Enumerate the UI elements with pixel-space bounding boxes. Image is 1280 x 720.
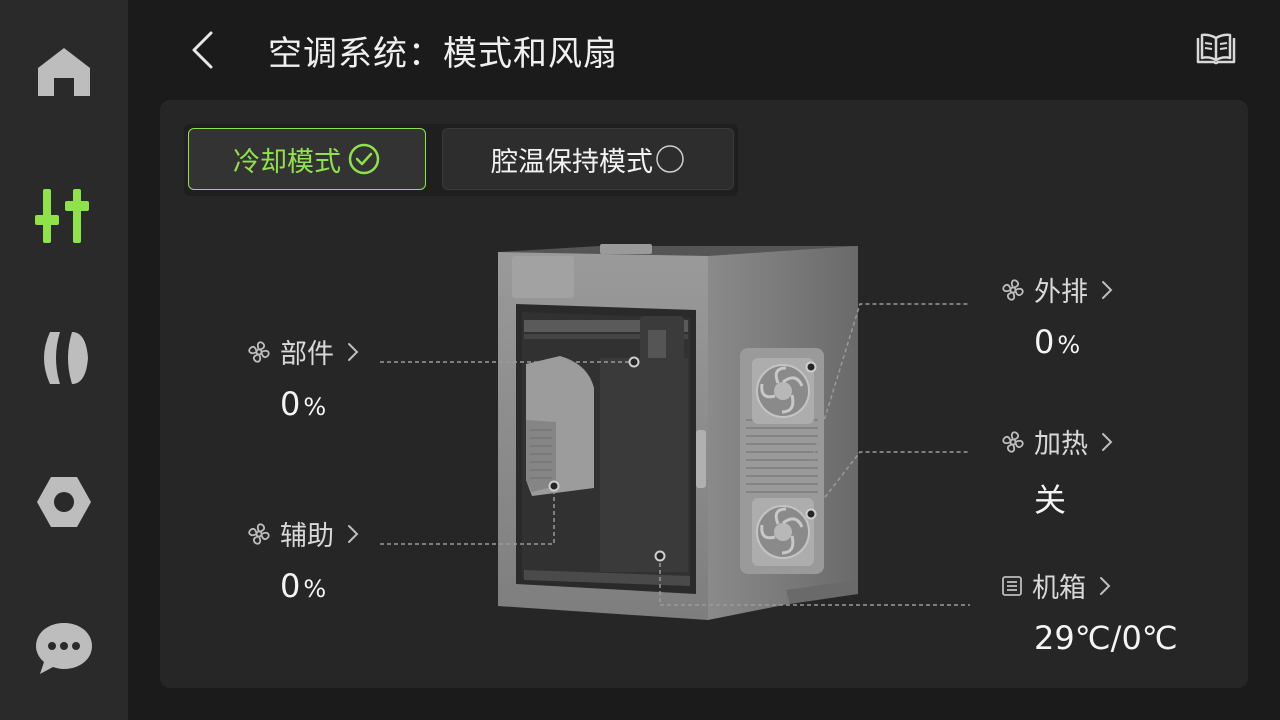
fan-part-unit: % [303,393,327,421]
filament-icon [44,332,88,384]
sidebar-item-filament[interactable] [24,318,104,398]
fan-exhaust: 外排 0% [1000,270,1114,361]
fan-part: 部件 0% [246,332,360,423]
fan-icon [246,521,272,547]
fan-exhaust-value: 0% [1034,323,1114,361]
chevron-left-icon [192,31,213,69]
fan-exhaust-speed: 0 [1034,323,1055,361]
fan-part-speed: 0 [280,385,301,423]
settings-nut-icon [37,477,91,527]
chat-icon [36,623,92,674]
sidebar-item-chat[interactable] [24,608,104,688]
back-button[interactable] [180,26,224,74]
book-icon [1196,33,1236,65]
fan-icon [1000,429,1026,455]
fan-part-label: 部件 [280,339,334,370]
radio-empty-icon [655,144,685,174]
fan-aux-button[interactable]: 辅助 [246,514,360,553]
fan-aux-value: 0% [280,567,360,605]
fan-aux-label: 辅助 [280,521,334,552]
sidebar-item-home[interactable] [24,32,104,112]
heater-grid-icon [1000,574,1024,598]
heater: 加热 关 [1000,422,1114,521]
fan-aux: 辅助 0% [246,514,360,605]
chamber-label: 机箱 [1032,573,1086,604]
fan-aux-speed: 0 [280,567,301,605]
fan-exhaust-label: 外排 [1034,277,1088,308]
chevron-right-icon [346,341,360,363]
ac-panel: 冷却模式 腔温保持模式 部件 0 % 辅助 0 % 外排 0 % 加热 关 机箱… [160,100,1248,688]
heater-value: 关 [1034,481,1067,519]
fan-part-button[interactable]: 部件 [246,332,360,371]
manual-button[interactable] [1192,28,1240,72]
fan-icon [246,339,272,365]
mode-tab-label: 冷却模式 [233,146,341,178]
fan-exhaust-button[interactable]: 外排 [1000,270,1114,309]
heater-button[interactable]: 加热 [1000,422,1114,461]
chevron-right-icon [1098,575,1112,597]
sidebar-item-controls[interactable] [24,176,104,256]
chamber-value: 29℃/0℃ [1034,619,1178,657]
home-icon [38,48,90,96]
page-title: 空调系统：模式和风扇 [268,34,618,74]
chevron-right-icon [346,523,360,545]
controls-icon [35,189,89,243]
header: 空调系统：模式和风扇 [128,0,1280,100]
fan-icon [1000,277,1026,303]
check-circle-icon [347,142,381,176]
fan-aux-unit: % [303,575,327,603]
chamber-temp-button[interactable]: 机箱 [1000,566,1178,605]
printer-illustration [498,244,858,620]
sidebar-item-settings[interactable] [24,462,104,542]
chamber-temp: 机箱 29℃/0℃ [1000,566,1178,657]
heater-label: 加热 [1034,429,1088,460]
mode-tab-chamber-hold[interactable]: 腔温保持模式 [442,128,734,190]
mode-selector: 冷却模式 腔温保持模式 [184,124,738,196]
chevron-right-icon [1100,279,1114,301]
sidebar [0,0,128,720]
mode-tab-label: 腔温保持模式 [491,146,653,178]
chevron-right-icon [1100,431,1114,453]
fan-part-value: 0% [280,385,360,423]
mode-tab-cooling[interactable]: 冷却模式 [188,128,426,190]
fan-exhaust-unit: % [1057,331,1081,359]
